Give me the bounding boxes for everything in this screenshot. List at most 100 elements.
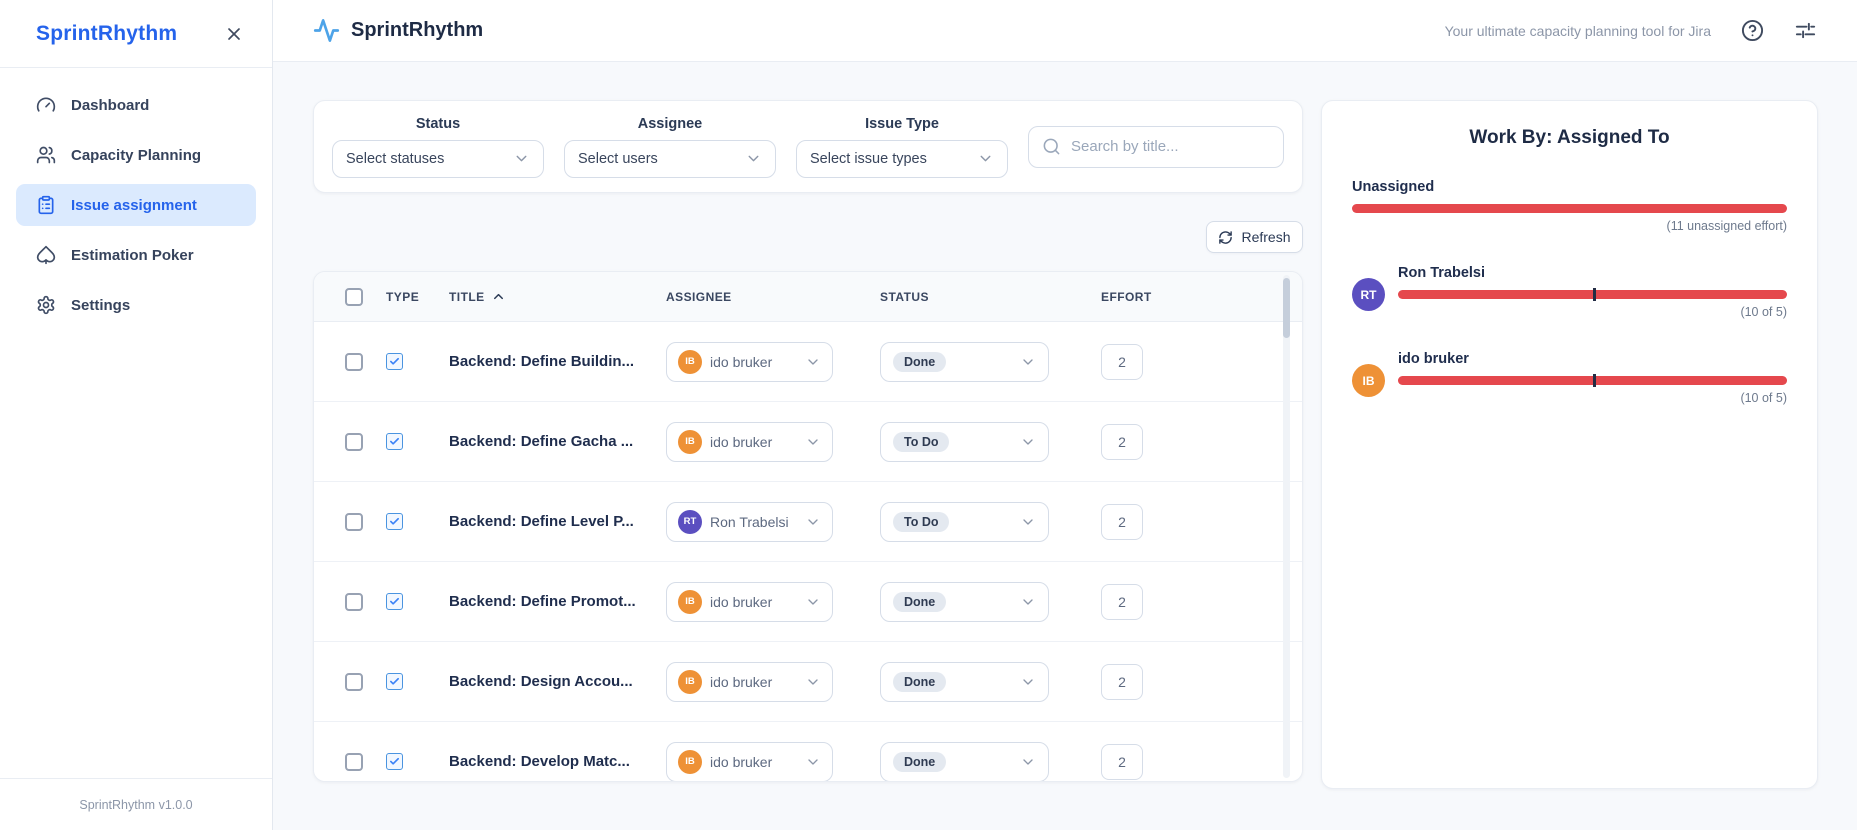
status-badge: To Do: [893, 511, 950, 532]
chevron-down-icon: [745, 150, 762, 167]
status-select[interactable]: Done: [880, 341, 1049, 382]
status-select[interactable]: Done: [880, 661, 1049, 702]
users-icon: [36, 145, 56, 165]
assignee-select[interactable]: IB ido bruker: [666, 581, 833, 622]
issue-title[interactable]: Backend: Develop Matc...: [449, 753, 630, 770]
sidebar-item-settings[interactable]: Settings: [16, 284, 256, 326]
chevron-down-icon: [1020, 754, 1036, 770]
gear-icon: [36, 295, 56, 315]
status-select[interactable]: Done: [880, 741, 1049, 781]
panel-title: Work By: Assigned To: [1469, 127, 1670, 148]
chevron-down-icon: [977, 150, 994, 167]
row-checkbox[interactable]: [345, 592, 363, 611]
activity-logo-icon: [313, 17, 340, 44]
chevron-down-icon: [805, 434, 821, 450]
row-checkbox[interactable]: [345, 352, 363, 371]
effort-input[interactable]: [1101, 663, 1143, 700]
assignee-name: ido bruker: [710, 753, 773, 770]
preferences-button[interactable]: [1794, 19, 1817, 42]
effort-input[interactable]: [1101, 423, 1143, 460]
issue-title[interactable]: Backend: Define Promot...: [449, 593, 636, 610]
issues-table-card: TYPE TITLE ASSIGNEE STATUS EFFORT Backen…: [313, 271, 1303, 782]
row-checkbox[interactable]: [345, 512, 363, 531]
sidebar-item-dashboard[interactable]: Dashboard: [16, 84, 256, 126]
effort-input[interactable]: [1101, 743, 1143, 780]
assignee-select[interactable]: IB ido bruker: [666, 741, 833, 781]
assignee-select[interactable]: RT Ron Trabelsi: [666, 501, 833, 542]
table-header-row: TYPE TITLE ASSIGNEE STATUS EFFORT: [314, 272, 1302, 322]
effort-input[interactable]: [1101, 343, 1143, 380]
column-header-type[interactable]: TYPE: [386, 290, 419, 304]
filters-card: Status Select statuses Assignee Select u…: [313, 100, 1303, 193]
help-circle-icon: [1741, 19, 1764, 42]
filter-search: [1028, 125, 1284, 168]
person-effort-bar: [1398, 374, 1787, 387]
search-input[interactable]: [1071, 138, 1270, 155]
avatar: IB: [678, 589, 702, 614]
issue-title[interactable]: Backend: Define Level P...: [449, 513, 634, 530]
sort-ascending-icon[interactable]: [491, 289, 506, 304]
sliders-icon: [1794, 19, 1817, 42]
app-title: SprintRhythm: [351, 19, 484, 41]
person-effort-bar: [1398, 288, 1787, 301]
column-header-effort[interactable]: EFFORT: [1101, 290, 1152, 304]
chevron-down-icon: [805, 354, 821, 370]
avatar: RT: [678, 509, 702, 534]
column-header-assignee[interactable]: ASSIGNEE: [666, 290, 732, 304]
assignee-name: ido bruker: [710, 673, 773, 690]
status-select[interactable]: To Do: [880, 501, 1049, 542]
close-sidebar-button[interactable]: [224, 24, 244, 44]
avatar: IB: [678, 349, 702, 374]
assignee-name: ido bruker: [710, 433, 773, 450]
help-button[interactable]: [1741, 19, 1764, 42]
select-all-checkbox[interactable]: [345, 287, 363, 306]
sidebar-footer: SprintRhythm v1.0.0: [0, 778, 272, 830]
assignee-filter-select[interactable]: Select users: [564, 139, 776, 178]
sidebar-app-title: SprintRhythm: [36, 21, 178, 45]
sidebar-item-capacity-planning[interactable]: Capacity Planning: [16, 134, 256, 176]
table-row: Backend: Define Gacha ... IB ido bruker …: [314, 402, 1302, 482]
effort-input[interactable]: [1101, 583, 1143, 620]
table-scrollbar-thumb[interactable]: [1283, 278, 1290, 338]
issue-title[interactable]: Backend: Define Buildin...: [449, 353, 634, 370]
assignee-select[interactable]: IB ido bruker: [666, 341, 833, 382]
avatar: RT: [1352, 278, 1385, 311]
task-type-icon: [386, 353, 403, 370]
row-checkbox[interactable]: [345, 432, 363, 451]
sidebar-item-label: Dashboard: [71, 96, 150, 114]
avatar: IB: [678, 669, 702, 694]
person-effort-caption: (10 of 5): [1740, 305, 1787, 319]
table-row: Backend: Define Buildin... IB ido bruker…: [314, 322, 1302, 402]
assignee-name: ido bruker: [710, 593, 773, 610]
sidebar-item-estimation-poker[interactable]: Estimation Poker: [16, 234, 256, 276]
refresh-button[interactable]: Refresh: [1206, 221, 1303, 253]
work-by-panel: Work By: Assigned To Unassigned (11 unas…: [1321, 100, 1818, 789]
person-capacity-row: IB ido bruker (10 of 5): [1352, 351, 1787, 405]
sidebar-item-label: Capacity Planning: [71, 146, 202, 164]
chevron-down-icon: [1020, 514, 1036, 530]
issue-type-filter-select[interactable]: Select issue types: [796, 139, 1008, 178]
table-scrollbar-track[interactable]: [1283, 275, 1290, 778]
table-row: Backend: Define Level P... RT Ron Trabel…: [314, 482, 1302, 562]
status-filter-select[interactable]: Select statuses: [332, 139, 544, 178]
effort-input[interactable]: [1101, 503, 1143, 540]
status-select[interactable]: To Do: [880, 421, 1049, 462]
assignee-select[interactable]: IB ido bruker: [666, 421, 833, 462]
column-header-title[interactable]: TITLE: [449, 290, 485, 304]
gauge-icon: [36, 95, 56, 115]
status-select[interactable]: Done: [880, 581, 1049, 622]
status-filter-value: Select statuses: [346, 150, 445, 167]
person-capacity-row: RT Ron Trabelsi (10 of 5): [1352, 265, 1787, 319]
issue-title[interactable]: Backend: Define Gacha ...: [449, 433, 633, 450]
capacity-marker: [1592, 288, 1596, 301]
sidebar-item-issue-assignment[interactable]: Issue assignment: [16, 184, 256, 226]
row-checkbox[interactable]: [345, 752, 363, 771]
task-type-icon: [386, 753, 403, 770]
column-header-status[interactable]: STATUS: [880, 290, 929, 304]
spade-icon: [36, 245, 56, 265]
table-row: Backend: Design Accou... IB ido bruker D…: [314, 642, 1302, 722]
row-checkbox[interactable]: [345, 672, 363, 691]
assignee-select[interactable]: IB ido bruker: [666, 661, 833, 702]
issue-title[interactable]: Backend: Design Accou...: [449, 673, 633, 690]
avatar: IB: [678, 429, 702, 454]
